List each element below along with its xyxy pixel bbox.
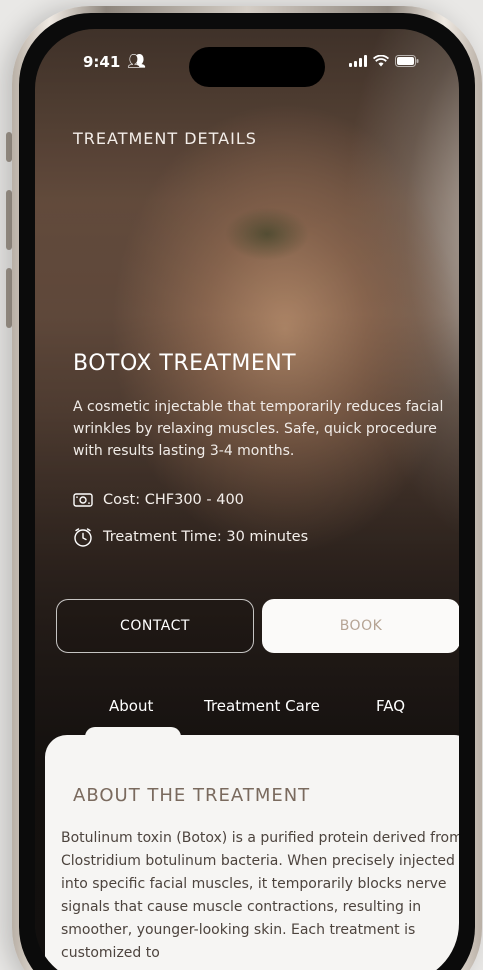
stage: 9:41 👥︎ TREATMENT DETAILS BOTOX TREATMEN… <box>0 0 483 970</box>
phone-frame: 9:41 👥︎ TREATMENT DETAILS BOTOX TREATMEN… <box>12 6 482 970</box>
cost-row: Cost: CHF300 - 400 <box>73 492 244 508</box>
tab-about[interactable]: About <box>109 697 153 715</box>
treatment-description: A cosmetic injectable that temporarily r… <box>73 399 444 459</box>
status-icons <box>349 55 419 67</box>
book-button[interactable]: BOOK <box>262 599 459 653</box>
money-icon <box>73 492 93 508</box>
tab-bar: About Treatment Care FAQ <box>35 697 459 727</box>
wifi-icon <box>373 55 389 67</box>
cost-text: Cost: CHF300 - 400 <box>103 492 244 508</box>
status-time: 9:41 <box>83 53 121 71</box>
screen-eyebrow: TREATMENT DETAILS <box>73 129 257 148</box>
about-body: Botulinum toxin (Botox) is a purified pr… <box>61 830 459 961</box>
phone-screen: 9:41 👥︎ TREATMENT DETAILS BOTOX TREATMEN… <box>35 29 459 970</box>
about-heading: ABOUT THE TREATMENT <box>73 785 311 806</box>
contact-button[interactable]: CONTACT <box>56 599 254 653</box>
time-text: Treatment Time: 30 minutes <box>103 529 309 545</box>
clock-icon <box>73 527 93 547</box>
dynamic-island <box>189 47 325 87</box>
tab-faq[interactable]: FAQ <box>376 697 405 715</box>
signal-icon <box>349 55 367 67</box>
people-icon: 👥︎ <box>127 52 147 70</box>
time-row: Treatment Time: 30 minutes <box>73 527 308 547</box>
treatment-title: BOTOX TREATMENT <box>73 351 297 376</box>
about-panel: ABOUT THE TREATMENT Botulinum toxin (Bot… <box>45 735 459 970</box>
tab-treatment-care[interactable]: Treatment Care <box>204 697 320 715</box>
battery-icon <box>395 55 419 67</box>
phone-bezel: 9:41 👥︎ TREATMENT DETAILS BOTOX TREATMEN… <box>19 13 475 970</box>
